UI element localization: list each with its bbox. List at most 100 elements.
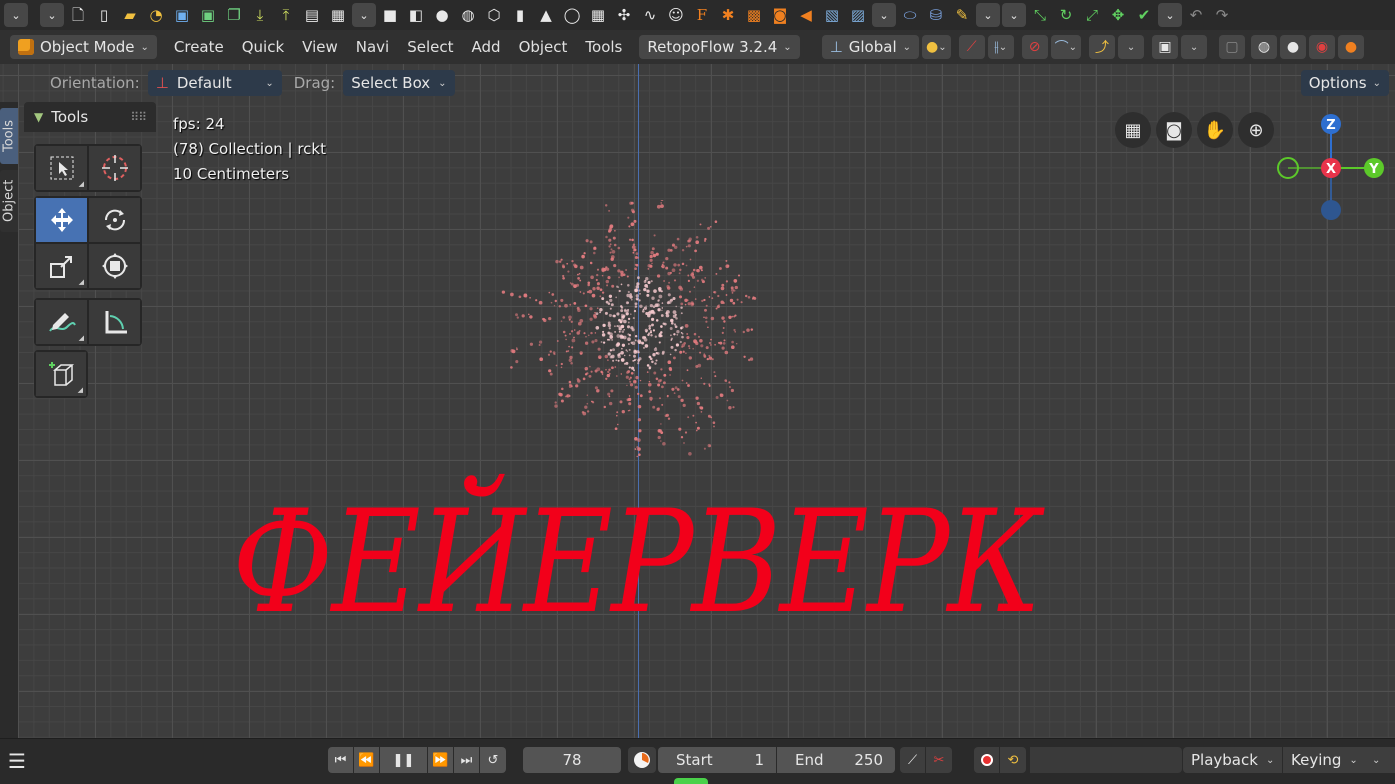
start-frame-field[interactable]: Start 1 (658, 747, 776, 773)
menu-add[interactable]: Add (463, 38, 510, 56)
drag-grip-icon[interactable]: ⠿⠿ (130, 110, 147, 124)
ico-sphere-icon[interactable]: ⬡ (482, 3, 506, 27)
sphere-icon[interactable]: ● (430, 3, 454, 27)
image-dropdown-button[interactable]: ⌄ (872, 3, 896, 27)
menu-object[interactable]: Object (510, 38, 577, 56)
file-dropdown-button[interactable]: ⌄ (40, 3, 64, 27)
recent-folder-icon[interactable]: ◔ (144, 3, 168, 27)
record-button[interactable] (974, 747, 1000, 773)
firework-text-object[interactable]: ФЕЙЕРВЕРК (232, 492, 1042, 634)
plane-icon[interactable]: ■ (378, 3, 402, 27)
firework-particles[interactable] (500, 200, 790, 490)
view-menu[interactable]: ⌄ (1366, 747, 1395, 773)
menu-dropdown-button[interactable]: ⌄ (4, 3, 28, 27)
image-empty-icon[interactable]: ▨ (846, 3, 870, 27)
curve-tool-button[interactable]: ⤴ (1089, 35, 1116, 59)
jump-end-button[interactable]: ⏭ (454, 747, 480, 773)
undo-icon[interactable]: ↶ (1184, 3, 1208, 27)
playback-menu[interactable]: Playback ⌄ (1183, 747, 1283, 773)
grid-icon[interactable]: ▦ (586, 3, 610, 27)
measure-tool[interactable] (88, 299, 141, 345)
cone-icon[interactable]: ▲ (534, 3, 558, 27)
retopoflow-menu[interactable]: RetopoFlow 3.2.4 ⌄ (639, 35, 800, 59)
keyframe-tool-button[interactable]: ⟋ (900, 747, 926, 773)
loop-button[interactable]: ↺ (480, 747, 506, 773)
pause-button[interactable]: ❚❚ (380, 747, 428, 773)
save-icon[interactable]: ▣ (170, 3, 194, 27)
camera-view-button[interactable]: ◙ (1156, 112, 1192, 148)
end-frame-field[interactable]: End 250 (777, 747, 895, 773)
snap-icon[interactable]: ⤡ (1028, 3, 1052, 27)
brush-icon[interactable]: ✎ (950, 3, 974, 27)
uv-sphere-icon[interactable]: ◍ (456, 3, 480, 27)
delete-keyframe-button[interactable]: ✂ (926, 747, 952, 773)
cursor-tool[interactable] (88, 145, 141, 191)
lattice-icon[interactable]: ▩ (742, 3, 766, 27)
menu-create[interactable]: Create (165, 38, 233, 56)
orientation-setting-dropdown[interactable]: ⊥ Default ⌄ (147, 70, 282, 96)
select-box-tool[interactable]: ◢ (35, 145, 88, 191)
render-animation-icon[interactable]: ▦ (326, 3, 350, 27)
image-icon[interactable]: ▧ (820, 3, 844, 27)
render-image-icon[interactable]: ▤ (300, 3, 324, 27)
next-keyframe-button[interactable]: ⏩ (428, 747, 454, 773)
armature-icon[interactable]: ✱ (716, 3, 740, 27)
transform-icon[interactable]: ✥ (1106, 3, 1130, 27)
mode-selector[interactable]: Object Mode ⌄ (10, 35, 157, 59)
proportional-edit-button[interactable]: ⊘ (1021, 35, 1048, 59)
export-icon[interactable]: ⤒ (274, 3, 298, 27)
hamburger-menu-icon[interactable]: ☰ (8, 749, 26, 773)
new-document-icon[interactable]: ▯ (92, 3, 116, 27)
curve-icon[interactable]: ∿ (638, 3, 662, 27)
menu-view[interactable]: View (293, 38, 347, 56)
menu-select[interactable]: Select (398, 38, 462, 56)
menu-quick[interactable]: Quick (233, 38, 293, 56)
current-frame-field[interactable]: 78 (523, 747, 621, 773)
cylinder-icon[interactable]: ▮ (508, 3, 532, 27)
monkey-icon[interactable]: ☺ (664, 3, 688, 27)
speaker-icon[interactable]: ◀ (794, 3, 818, 27)
proportional-falloff-button[interactable]: ⌒ ⌄ (1050, 35, 1082, 59)
auto-keying-button[interactable]: ⟲ (1000, 747, 1026, 773)
save-copy-icon[interactable]: ❐ (222, 3, 246, 27)
snap-target-button[interactable]: ⫲ ⌄ (987, 35, 1014, 59)
rendered-shading-icon[interactable]: ● (1338, 35, 1365, 59)
prev-keyframe-button[interactable]: ⏪ (354, 747, 380, 773)
navigation-gizmo[interactable]: Z Y X (1270, 108, 1390, 228)
new-file-icon[interactable]: 🗋 (66, 3, 90, 27)
zoom-view-button[interactable]: ⊕ (1238, 112, 1274, 148)
keying-menu[interactable]: Keying ⌄ (1283, 747, 1366, 773)
options-dropdown[interactable]: Options ⌄ (1300, 70, 1389, 96)
snap-toggle-button[interactable]: ⟋ (958, 35, 985, 59)
camera-icon[interactable]: ◙ (768, 3, 792, 27)
text-f-icon[interactable]: F (690, 3, 714, 27)
menu-tools[interactable]: Tools (576, 38, 631, 56)
apply-icon[interactable]: ✔ (1132, 3, 1156, 27)
render-dropdown-button[interactable]: ⌄ (352, 3, 376, 27)
keying-set-field[interactable] (1030, 747, 1182, 773)
redo-icon[interactable]: ↷ (1210, 3, 1234, 27)
torus-icon[interactable]: ◯ (560, 3, 584, 27)
overlay-dropdown-button[interactable]: ⌄ (1181, 35, 1208, 59)
gizmo-neg-z-handle[interactable] (1321, 200, 1341, 220)
transform-tool[interactable] (88, 243, 141, 289)
pan-view-button[interactable]: ✋ (1197, 112, 1233, 148)
xray-toggle-button[interactable]: ▢ (1219, 35, 1246, 59)
cube-icon[interactable]: ◧ (404, 3, 428, 27)
scale-icon[interactable]: ⤢ (1080, 3, 1104, 27)
empty-axes-icon[interactable]: ✣ (612, 3, 636, 27)
move-tool[interactable] (35, 197, 88, 243)
import-icon[interactable]: ⤓ (248, 3, 272, 27)
wireframe-shading-icon[interactable]: ◍ (1251, 35, 1278, 59)
tab-object[interactable]: Object (0, 170, 18, 232)
add-cube-tool[interactable]: ◢ (35, 351, 87, 397)
tab-tools[interactable]: Tools (0, 108, 18, 164)
menu-navi[interactable]: Navi (347, 38, 398, 56)
tools-panel-header[interactable]: ▼ Tools ⠿⠿ (24, 102, 156, 132)
scale-tool[interactable]: ◢ (35, 243, 88, 289)
material-shading-icon[interactable]: ◉ (1309, 35, 1336, 59)
pivot-point-button[interactable]: ● ⌄ (922, 35, 951, 59)
cylinder-blue-icon[interactable]: ⛁ (924, 3, 948, 27)
snap-dropdown-button[interactable]: ⌄ (1002, 3, 1026, 27)
save-as-icon[interactable]: ▣ (196, 3, 220, 27)
